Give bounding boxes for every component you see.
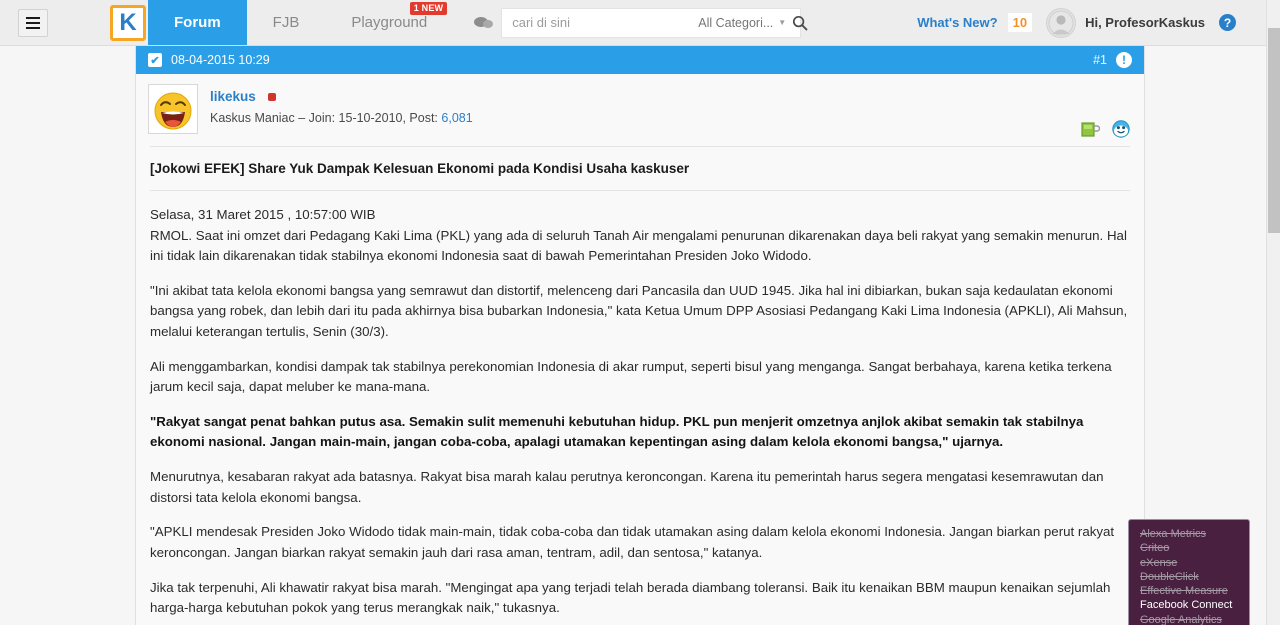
header-right: What's New? 10 Hi, ProfesorKaskus ? xyxy=(917,0,1236,45)
site-header: K Forum FJB Playground 1 NEW All Categor… xyxy=(0,0,1280,46)
blue-smiley-glyph xyxy=(1112,120,1130,138)
post-paragraph: Jika tak terpenuhi, Ali khawatir rakyat … xyxy=(150,579,1111,616)
nav-label-fjb: FJB xyxy=(272,14,300,31)
left-gutter xyxy=(0,46,135,625)
author-details: Kaskus Maniac – Join: 15-10-2010, Post: … xyxy=(210,111,473,125)
search-button[interactable] xyxy=(792,9,808,37)
author-action-icons xyxy=(1081,120,1130,138)
main-nav: Forum FJB Playground 1 NEW xyxy=(148,0,453,45)
tracker-item-doubleclick[interactable]: DoubleClick xyxy=(1140,570,1249,584)
online-status-icon xyxy=(268,92,277,101)
post-paragraph: "Ini akibat tata kelola ekonomi bangsa y… xyxy=(150,282,1128,340)
cendol-mug-glyph xyxy=(1081,121,1100,137)
logo-wrap: K xyxy=(110,0,146,45)
thread-content-column: ✔ 08-04-2015 10:29 #1 ! likekus Kaskus M… xyxy=(135,46,1145,625)
nav-item-playground[interactable]: Playground 1 NEW xyxy=(325,0,453,45)
tracker-item-criteo[interactable]: Criteo xyxy=(1140,541,1249,555)
author-username[interactable]: likekus xyxy=(210,89,256,104)
tracker-item-alexa-metrics[interactable]: Alexa Metrics xyxy=(1140,527,1249,541)
post-number[interactable]: #1 xyxy=(1093,53,1107,67)
post-body: Selasa, 31 Maret 2015 , 10:57:00 WIB RMOL… xyxy=(136,191,1144,625)
chat-bubble-icon[interactable] xyxy=(469,9,497,37)
user-greeting[interactable]: Hi, ProfesorKaskus xyxy=(1085,15,1205,30)
nav-item-forum[interactable]: Forum xyxy=(148,0,247,45)
tracker-item-effective-measure[interactable]: Effective Measure xyxy=(1140,584,1249,598)
tracker-blocker-panel: Alexa Metrics Criteo eXense DoubleClick … xyxy=(1128,519,1250,625)
post-paragraph: Selasa, 31 Maret 2015 , 10:57:00 WIB RMOL… xyxy=(150,207,1127,264)
tracker-item-facebook-connect[interactable]: Facebook Connect xyxy=(1140,598,1249,612)
hamburger-menu-button[interactable] xyxy=(18,8,48,37)
user-avatar[interactable] xyxy=(1046,7,1077,38)
author-meta: likekus Kaskus Maniac – Join: 15-10-2010… xyxy=(210,84,473,125)
blue-smiley-icon[interactable] xyxy=(1112,120,1130,138)
chat-bubble-glyph xyxy=(473,16,493,28)
menu-button-wrap xyxy=(10,0,56,45)
author-post-count[interactable]: 6,081 xyxy=(441,111,472,125)
post-header-bar: ✔ 08-04-2015 10:29 #1 ! xyxy=(136,46,1144,74)
cendol-mug-icon[interactable] xyxy=(1081,121,1100,138)
report-post-icon[interactable]: ! xyxy=(1116,52,1132,68)
search-input[interactable] xyxy=(502,15,699,30)
author-avatar[interactable] xyxy=(148,84,198,134)
author-rank-join: Kaskus Maniac – Join: 15-10-2010, Post: xyxy=(210,111,438,125)
kaskus-logo[interactable]: K xyxy=(110,4,146,41)
help-icon[interactable]: ? xyxy=(1219,14,1236,31)
post-title: [Jokowi EFEK] Share Yuk Dampak Kelesuan … xyxy=(150,161,690,176)
playground-new-badge: 1 NEW xyxy=(409,2,448,15)
post-paragraph-emphasized: "Rakyat sangat penat bahkan putus asa. S… xyxy=(150,413,1084,450)
post-paragraph: Ali menggambarkan, kondisi dampak tak st… xyxy=(150,358,1112,395)
avatar-icon xyxy=(1048,10,1074,35)
scrollbar-thumb[interactable] xyxy=(1268,28,1280,233)
laughing-emoji-icon xyxy=(154,92,192,130)
nav-label-forum: Forum xyxy=(174,14,221,31)
search-box: All Categori... ▼ xyxy=(501,7,808,38)
search-category-select[interactable]: All Categori... ▼ xyxy=(698,16,792,30)
search-icon xyxy=(793,15,808,31)
whats-new-count-badge[interactable]: 10 xyxy=(1007,13,1033,32)
post-select-checkbox[interactable]: ✔ xyxy=(148,53,162,67)
page-body: ✔ 08-04-2015 10:29 #1 ! likekus Kaskus M… xyxy=(0,46,1280,625)
whats-new-link[interactable]: What's New? xyxy=(917,15,997,30)
chevron-down-icon: ▼ xyxy=(778,18,787,27)
nav-item-fjb[interactable]: FJB xyxy=(247,0,326,45)
search-category-label: All Categori... xyxy=(698,15,774,30)
post-timestamp: 08-04-2015 10:29 xyxy=(171,53,270,67)
tracker-item-google-analytics[interactable]: Google Analytics xyxy=(1140,613,1249,625)
nav-label-playground: Playground xyxy=(351,14,428,31)
search-area: All Categori... ▼ xyxy=(469,0,808,45)
page-scrollbar[interactable] xyxy=(1266,0,1280,625)
hamburger-icon xyxy=(26,15,40,30)
post-author-row: likekus Kaskus Maniac – Join: 15-10-2010… xyxy=(136,74,1144,142)
tracker-item-exense[interactable]: eXense xyxy=(1140,556,1249,570)
post-paragraph: Menurutnya, kesabaran rakyat ada batasny… xyxy=(150,469,1104,505)
post-paragraph: "APKLI mendesak Presiden Joko Widodo tid… xyxy=(150,524,1115,560)
